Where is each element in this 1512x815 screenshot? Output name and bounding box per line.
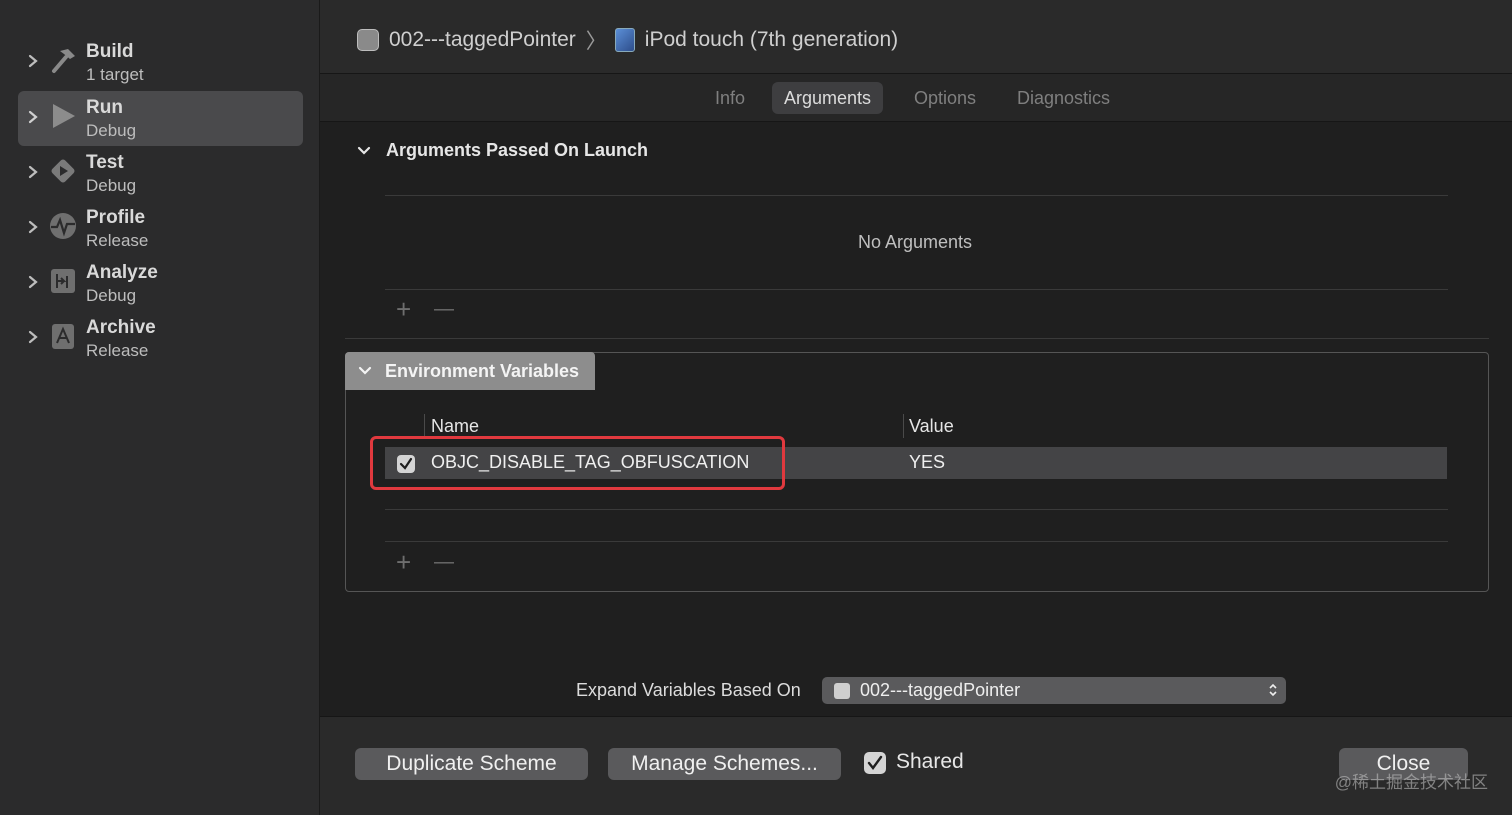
no-arguments-label: No Arguments <box>857 232 973 252</box>
chevron-right-icon[interactable] <box>26 272 40 292</box>
watermark: @稀土掘金技术社区 <box>1334 773 1488 792</box>
expand-variables-label: Expand Variables Based On <box>576 680 801 700</box>
hammer-icon <box>52 49 75 73</box>
chevron-down-icon[interactable] <box>356 145 372 157</box>
manage-schemes-button[interactable]: Manage Schemes... <box>608 748 841 780</box>
sidebar-item-subtitle: Release <box>86 231 149 250</box>
analyze-icon <box>51 269 75 293</box>
chevron-right-icon[interactable] <box>26 162 40 182</box>
scheme-action-sidebar: Build 1 target Run Debug Test Debug Prof… <box>0 0 320 815</box>
scheme-name[interactable]: 002---taggedPointer <box>389 28 576 52</box>
column-separator <box>903 414 904 438</box>
column-separator <box>424 414 425 438</box>
play-icon <box>53 104 75 128</box>
sidebar-item-test[interactable]: Test Debug <box>18 146 303 201</box>
tab-bar: Info Arguments Options Diagnostics <box>320 74 1512 122</box>
tab-options[interactable]: Options <box>902 82 988 114</box>
divider <box>385 509 1448 510</box>
sidebar-item-subtitle: Debug <box>86 286 137 305</box>
sidebar-item-title: Profile <box>86 207 146 228</box>
duplicate-scheme-button[interactable]: Duplicate Scheme <box>355 748 588 780</box>
run-destination[interactable]: iPod touch (7th generation) <box>645 28 898 52</box>
divider <box>385 541 1448 542</box>
sidebar-item-title: Run <box>86 97 123 118</box>
sidebar-item-subtitle: Release <box>86 341 149 360</box>
expand-variables-popup[interactable]: 002---taggedPointer <box>822 677 1286 704</box>
test-diamond-icon <box>51 159 75 183</box>
arguments-section-title: Arguments Passed On Launch <box>386 140 649 160</box>
add-variable-button[interactable]: + <box>396 549 411 575</box>
sidebar-item-build[interactable]: Build 1 target <box>18 35 303 90</box>
sidebar-item-subtitle: Debug <box>86 176 137 195</box>
sidebar-item-analyze[interactable]: Analyze Debug <box>18 256 303 311</box>
tab-info[interactable]: Info <box>703 82 757 114</box>
waveform-icon <box>50 213 76 239</box>
environment-section-header[interactable]: Environment Variables <box>345 352 595 390</box>
breadcrumb[interactable]: 002---taggedPointer 〉 iPod touch (7th ge… <box>357 26 898 54</box>
shared-checkbox[interactable] <box>864 752 886 774</box>
expand-variables-value: 002---taggedPointer <box>860 680 1021 700</box>
highlight-annotation <box>370 436 785 490</box>
divider <box>345 338 1489 339</box>
remove-argument-button[interactable]: — <box>434 296 454 322</box>
target-icon <box>834 682 850 699</box>
chevron-updown-icon <box>1269 683 1277 697</box>
chevron-right-icon[interactable] <box>26 217 40 237</box>
remove-variable-button[interactable]: — <box>434 549 454 575</box>
sidebar-item-archive[interactable]: Archive Release <box>18 311 303 366</box>
divider <box>385 289 1448 290</box>
environment-section-title: Environment Variables <box>385 360 580 381</box>
sidebar-item-title: Analyze <box>86 262 158 283</box>
sidebar-item-subtitle: Debug <box>86 121 137 140</box>
chevron-right-icon[interactable] <box>26 327 40 347</box>
column-header-value[interactable]: Value <box>909 416 954 437</box>
tab-diagnostics[interactable]: Diagnostics <box>1005 82 1122 114</box>
scheme-editor-main: 002---taggedPointer 〉 iPod touch (7th ge… <box>320 0 1512 815</box>
chevron-down-icon[interactable] <box>357 365 373 377</box>
checkmark-icon <box>867 755 883 770</box>
sidebar-item-subtitle: 1 target <box>86 65 144 84</box>
chevron-right-icon[interactable] <box>26 51 40 71</box>
app-target-icon <box>357 29 379 51</box>
sidebar-item-title: Build <box>86 41 134 62</box>
env-value-cell[interactable]: YES <box>909 452 945 473</box>
device-icon <box>614 28 635 52</box>
shared-label: Shared <box>896 750 964 773</box>
sidebar-item-run[interactable]: Run Debug <box>18 91 303 146</box>
scheme-header: 002---taggedPointer 〉 iPod touch (7th ge… <box>320 0 1512 74</box>
chevron-right-icon[interactable] <box>26 107 40 127</box>
arguments-section-header[interactable]: Arguments Passed On Launch <box>356 140 648 161</box>
sidebar-item-title: Test <box>86 152 124 173</box>
column-header-name[interactable]: Name <box>431 416 479 437</box>
divider <box>385 195 1448 196</box>
sidebar-item-title: Archive <box>86 317 156 338</box>
archive-icon <box>52 324 74 349</box>
tab-arguments[interactable]: Arguments <box>772 82 884 114</box>
add-argument-button[interactable]: + <box>396 296 411 322</box>
breadcrumb-separator: 〉 <box>585 30 607 53</box>
sidebar-item-profile[interactable]: Profile Release <box>18 201 303 256</box>
